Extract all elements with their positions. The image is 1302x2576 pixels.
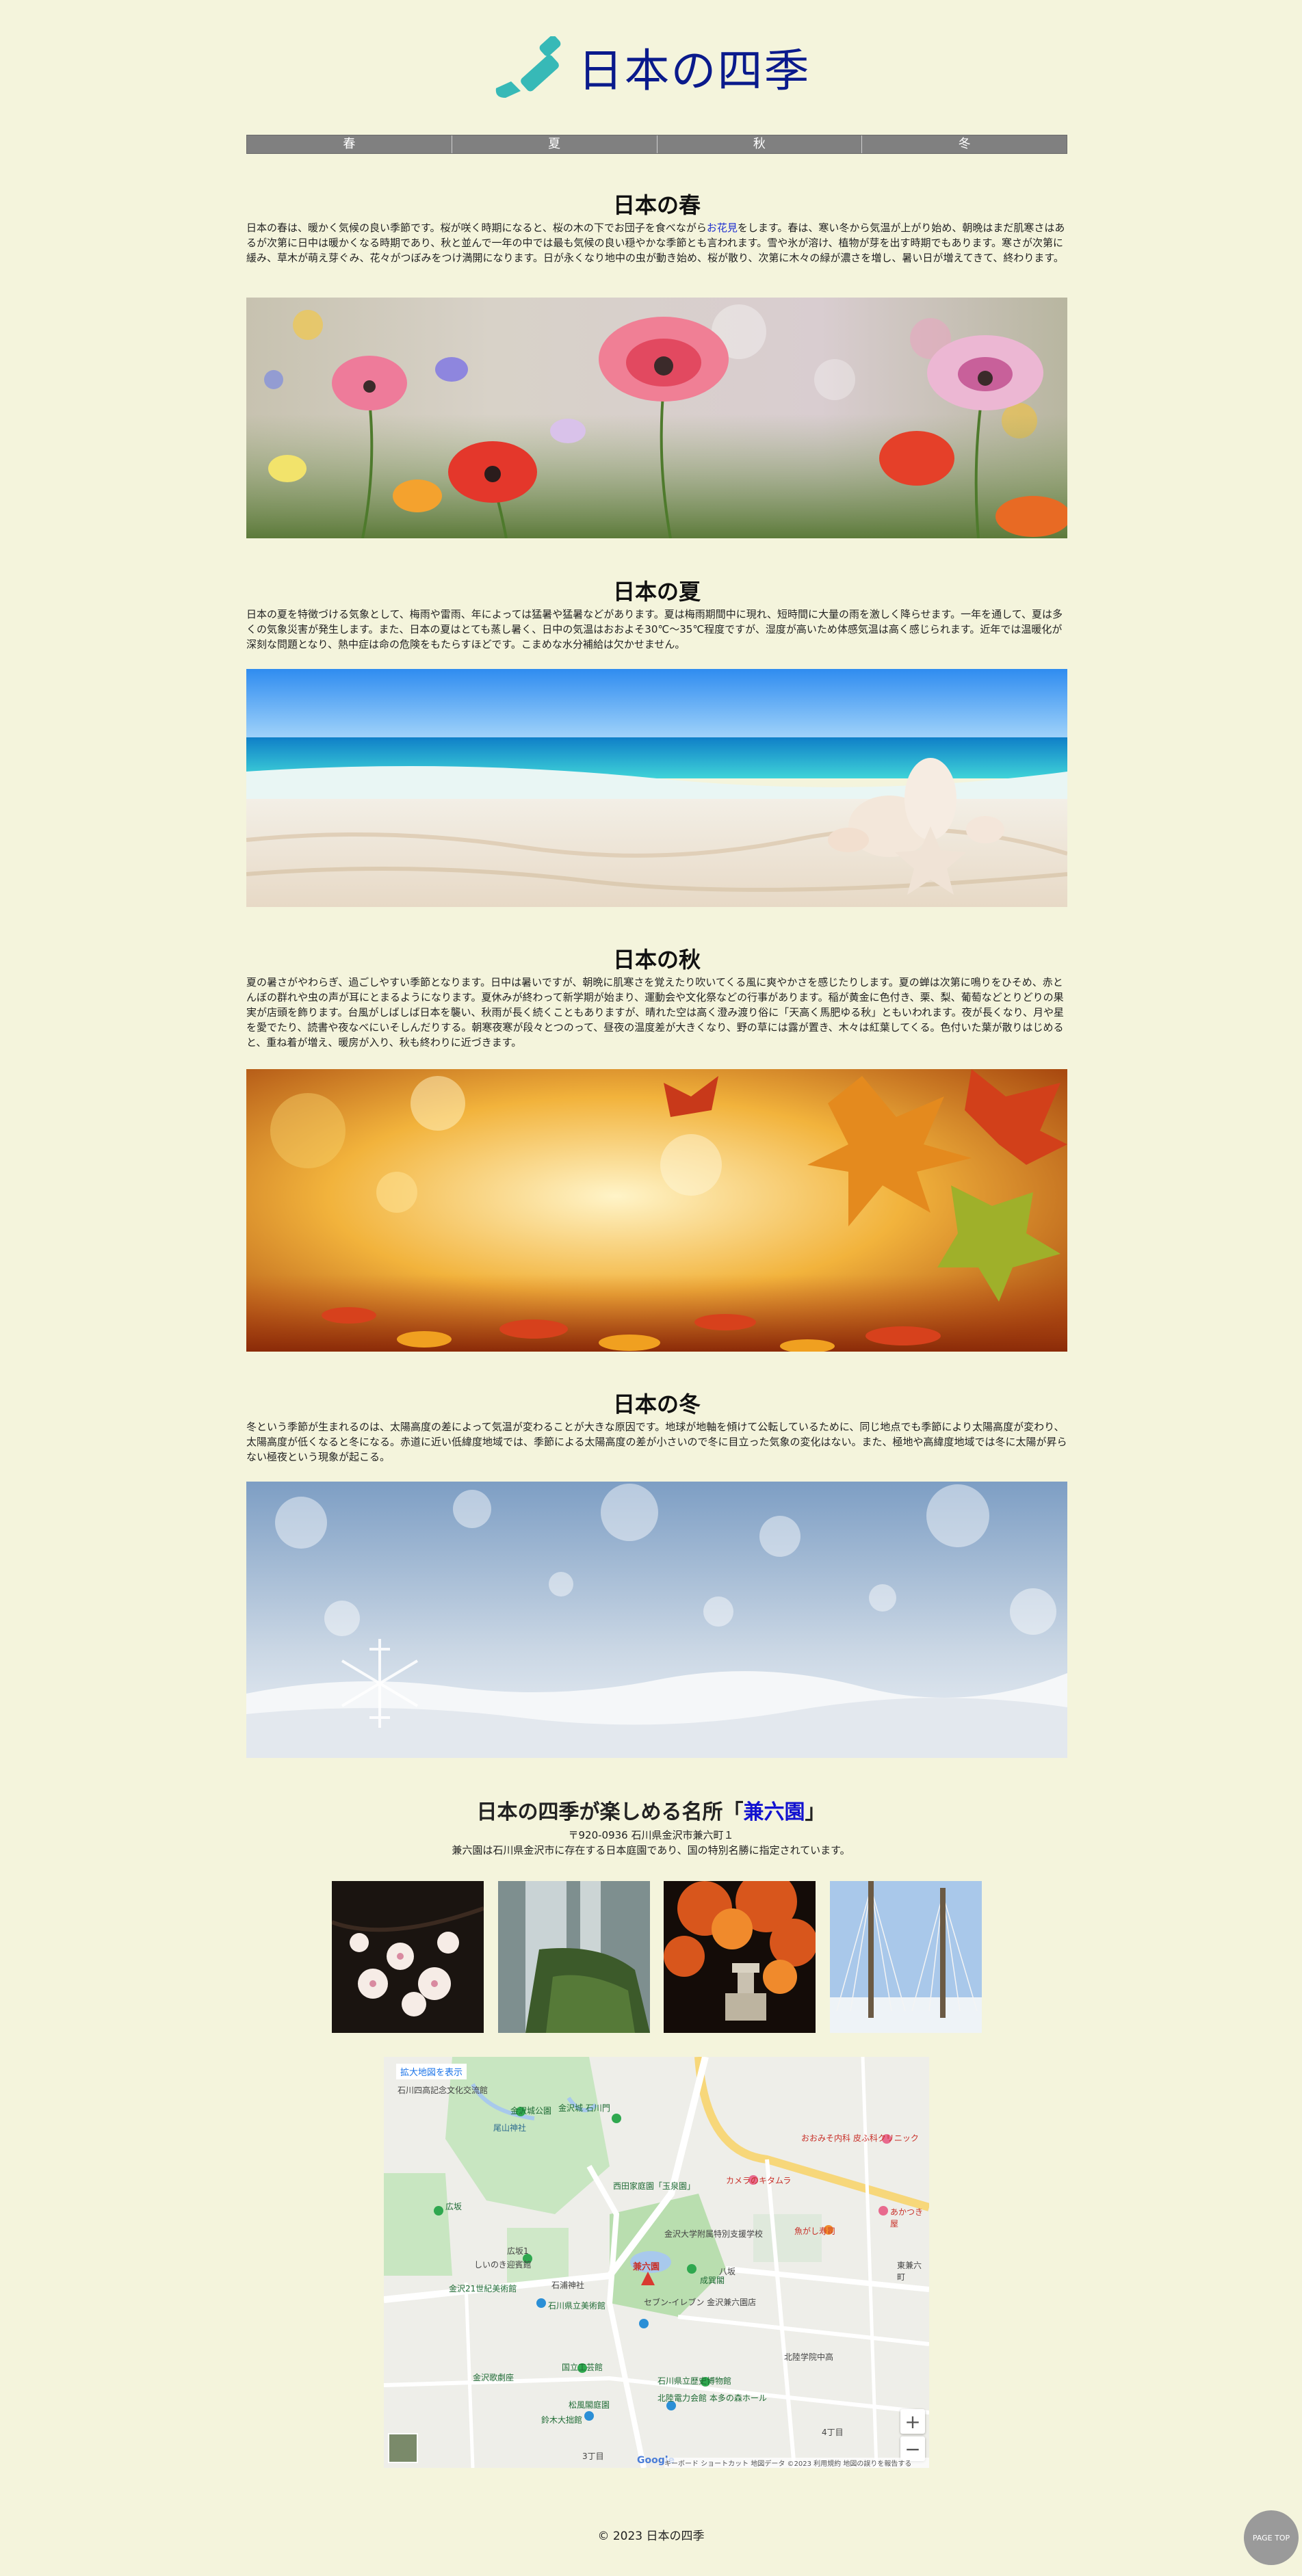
kenrokuen-name: 兼六園 — [743, 1800, 805, 1824]
season-nav: 春 夏 秋 冬 — [246, 135, 1067, 154]
spring-text-part: 日本の春は、暖かく気候の良い季節です。桜が咲く時期になると、桜の木の下でお団子を… — [246, 222, 707, 234]
map-label: 金沢城公園 — [510, 2106, 552, 2116]
map-label: おおみそ内科 皮ふ科クリニック — [801, 2133, 919, 2143]
nav-item-winter[interactable]: 冬 — [862, 135, 1067, 153]
summer-section: 日本の夏 日本の夏を特徴づける気象として、梅雨や雷雨、年によっては猛暑や猛暑など… — [246, 577, 1067, 652]
kenrokuen-spring-thumb[interactable] — [332, 1881, 484, 2033]
autumn-section: 日本の秋 夏の暑さがやわらぎ、過ごしやすい季節となります。日中は暑いですが、朝晩… — [246, 945, 1067, 1050]
winter-title: 日本の冬 — [612, 1391, 701, 1417]
meisho-description: 兼六園は石川県金沢市に存在する日本庭園であり、国の特別名勝に指定されています。 — [452, 1844, 850, 1856]
kenrokuen-map[interactable]: 拡大地図を表示 金沢城公園 金沢城 石川門 西田家庭園「玉泉園」 兼六園 成巽閣… — [384, 2057, 929, 2468]
map-zoom-in-button[interactable]: + — [900, 2409, 925, 2434]
site-title: 日本の四季 — [577, 44, 811, 97]
map-label: 石浦神社 — [551, 2281, 585, 2290]
map-label: カメラのキタムラ — [726, 2176, 792, 2185]
winter-section: 日本の冬 冬という季節が生まれるのは、太陽高度の差によって気温が変わることが大き… — [246, 1389, 1067, 1464]
map-label: 金沢21世紀美術館 — [449, 2284, 517, 2294]
kenrokuen-autumn-thumb[interactable] — [664, 1881, 816, 2033]
page-top-button[interactable]: PAGE TOP — [1244, 2510, 1299, 2565]
map-label: セブン-イレブン 金沢兼六園店 — [644, 2298, 757, 2307]
map-label: 松風閣庭園 — [569, 2400, 610, 2410]
map-label: 広坂 — [445, 2202, 463, 2211]
meisho-title: 日本の四季が楽しめる名所「兼六園」 — [0, 1798, 1302, 1828]
nav-item-autumn[interactable]: 秋 — [657, 135, 863, 153]
copyright-footer: © 2023 日本の四季 — [597, 2529, 705, 2543]
spring-title: 日本の春 — [612, 192, 701, 218]
map-label: 国立工芸館 — [562, 2363, 603, 2372]
map-label: 鈴木大拙館 — [541, 2415, 583, 2425]
map-label: 金沢歌劇座 — [473, 2373, 515, 2382]
map-label: 石川県立美術館 — [548, 2301, 606, 2311]
spring-text: 日本の春は、暖かく気候の良い季節です。桜が咲く時期になると、桜の木の下でお団子を… — [246, 220, 1067, 265]
winter-snow-image — [246, 1482, 1067, 1758]
map-label: あかつき屋 — [890, 2207, 924, 2229]
map-label: 八坂 — [719, 2267, 736, 2276]
site-header: 日本の四季 — [0, 33, 1302, 101]
autumn-title: 日本の秋 — [612, 947, 701, 973]
spring-section: 日本の春 日本の春は、暖かく気候の良い季節です。桜が咲く時期になると、桜の木の下… — [246, 190, 1067, 265]
map-label: 4丁目 — [822, 2428, 844, 2437]
map-label: 尾山神社 — [493, 2123, 527, 2133]
map-label: 3丁目 — [582, 2452, 604, 2461]
meisho-title-suffix: 」 — [805, 1800, 826, 1824]
summer-title: 日本の夏 — [612, 579, 701, 605]
meisho-address: 〒920-0936 石川県金沢市兼六町１ — [568, 1829, 734, 1841]
map-label: しいのき迎賓館 — [474, 2260, 532, 2270]
map-label: 石川四高記念文化交流館 — [398, 2086, 489, 2095]
nav-item-spring[interactable]: 春 — [247, 135, 452, 153]
map-label: 金沢城 石川門 — [558, 2103, 610, 2113]
kenrokuen-summer-thumb[interactable] — [497, 1881, 650, 2033]
summer-beach-image — [246, 669, 1067, 907]
winter-text: 冬という季節が生まれるのは、太陽高度の差によって気温が変わることが大きな原因です… — [246, 1421, 1067, 1463]
map-label: 北陸電力会館 本多の森ホール — [657, 2393, 767, 2403]
map-label: 西田家庭園「玉泉園」 — [613, 2181, 696, 2191]
ohanami-link[interactable]: お花見 — [707, 222, 738, 234]
autumn-text: 夏の暑さがやわらぎ、過ごしやすい季節となります。日中は暑いですが、朝晩に肌寒さを… — [246, 976, 1065, 1049]
map-satellite-toggle[interactable] — [388, 2433, 418, 2463]
autumn-leaves-image — [246, 1069, 1067, 1352]
map-label: 石川県立歴史博物館 — [657, 2376, 732, 2386]
meisho-title-prefix: 日本の四季が楽しめる名所「 — [476, 1800, 744, 1824]
nav-item-summer[interactable]: 夏 — [452, 135, 657, 153]
enlarge-map-link[interactable]: 拡大地図を表示 — [396, 2064, 467, 2079]
map-label: 広坂1 — [507, 2246, 529, 2256]
map-label: 北陸学院中高 — [784, 2352, 834, 2362]
meisho-section: 日本の四季が楽しめる名所「兼六園」 〒920-0936 石川県金沢市兼六町１ 兼… — [0, 1798, 1302, 1858]
spring-flowers-image — [246, 298, 1067, 538]
map-label: 金沢大学附属特別支援学校 — [664, 2229, 764, 2239]
kenrokuen-winter-thumb[interactable] — [829, 1881, 982, 2033]
map-attribution[interactable]: キーボード ショートカット 地図データ ©2023 利用規約 地図の誤りを報告す… — [664, 2458, 929, 2468]
pencil-logo-icon — [492, 36, 563, 98]
map-label: 東兼六町 — [897, 2261, 922, 2282]
kenrokuen-gallery — [332, 1881, 982, 2033]
summer-text: 日本の夏を特徴づける気象として、梅雨や雷雨、年によっては猛暑や猛暑などがあります… — [246, 608, 1063, 650]
map-label-kenrokuen: 兼六園 — [633, 2262, 660, 2272]
map-label: 魚がし寿司 — [794, 2226, 836, 2236]
